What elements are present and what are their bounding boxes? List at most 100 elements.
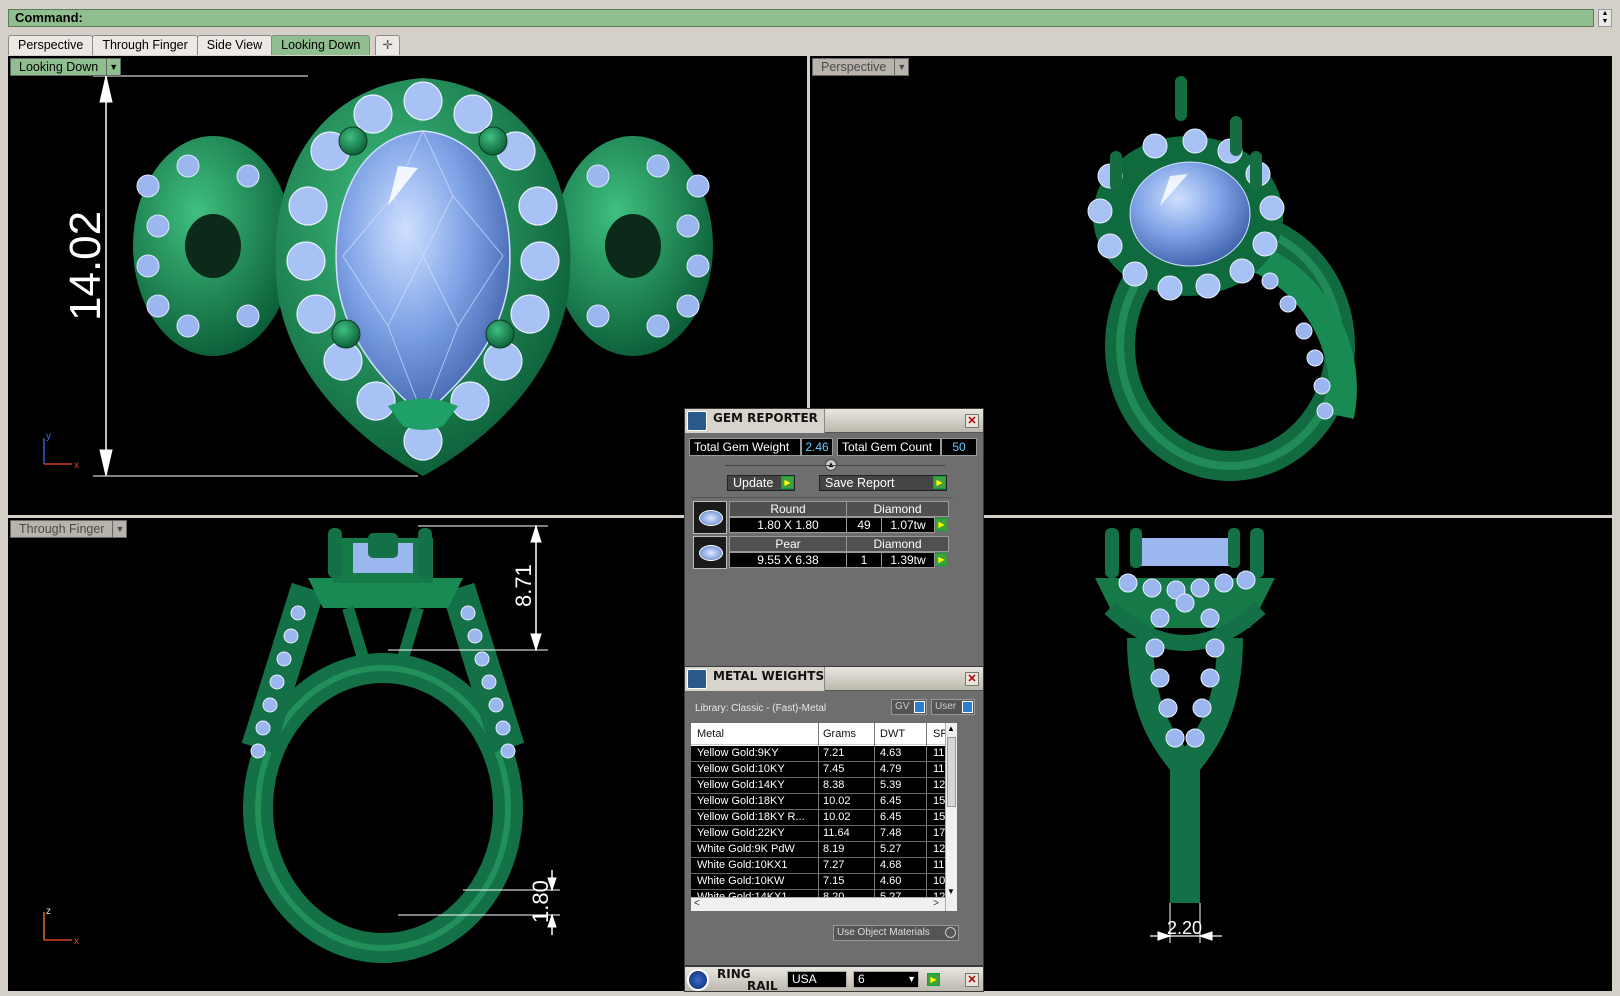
table-cell: 7.27	[823, 859, 845, 871]
viewport-label-perspective[interactable]: Perspective ▼	[812, 58, 910, 76]
save-report-go-icon[interactable]: ▶	[933, 476, 946, 489]
library-label: Library: Classic - (Fast)-Metal	[695, 703, 827, 714]
use-object-materials-checkbox[interactable]: Use Object Materials	[833, 925, 959, 941]
ring-icon	[687, 969, 709, 991]
table-header: Metal Grams DWT SPG	[691, 723, 957, 745]
table-row[interactable]: White Gold:10KW7.154.6010.99	[691, 874, 957, 890]
table-row[interactable]: Yellow Gold:9KY7.214.6311.08	[691, 746, 957, 762]
command-bar[interactable]: Command:	[8, 9, 1594, 27]
table-cell: White Gold:9K PdW	[697, 843, 795, 855]
table-cell: White Gold:10KX1	[697, 859, 788, 871]
ring-size-select[interactable]: 6 ▼	[853, 971, 919, 988]
gem-size: 9.55 X 6.38	[729, 552, 847, 568]
tab-side-view[interactable]: Side View	[196, 35, 273, 55]
total-gem-count-value: 50	[941, 438, 977, 456]
table-cell: 4.63	[880, 747, 902, 759]
chevron-down-icon[interactable]: ▼	[113, 520, 128, 538]
ring-rail-go-icon[interactable]: ▶	[927, 973, 940, 986]
gem-reporter-panel: GEM REPORTER ✕ Total Gem Weight 2.46 Tot…	[684, 408, 984, 670]
column-metal[interactable]: Metal	[697, 728, 724, 740]
viewport-label-looking-down[interactable]: Looking Down ▼	[10, 58, 122, 76]
gem-shape: Pear	[729, 536, 847, 552]
total-gem-weight-value: 2.46	[801, 438, 833, 456]
gem-weight: 1.39tw	[881, 552, 935, 568]
table-row[interactable]: Yellow Gold:18KY10.026.4515.41	[691, 794, 957, 810]
table-cell: White Gold:10KW	[697, 875, 785, 887]
ring-rail-panel: RING RAIL USA 6 ▼ ▶ ✕	[684, 966, 984, 993]
gem-row-go-icon[interactable]: ▶	[935, 553, 948, 566]
update-go-icon[interactable]: ▶	[781, 476, 794, 489]
gem-row-round[interactable]: Round Diamond 1.80 X 1.80 49 1.07tw ▶	[693, 501, 949, 534]
table-cell: 4.60	[880, 875, 902, 887]
table-horizontal-scrollbar[interactable]: < >	[691, 897, 945, 911]
table-row[interactable]: Yellow Gold:18KY R...10.026.4515.41	[691, 810, 957, 826]
command-scroll-arrows[interactable]: ▲ ▼	[1598, 9, 1612, 27]
table-row[interactable]: Yellow Gold:10KY7.454.7911.45	[691, 762, 957, 778]
axis-indicator-xy: y x	[43, 431, 79, 471]
metal-weights-titlebar[interactable]: METAL WEIGHTS ✕	[685, 667, 983, 691]
table-row[interactable]: Yellow Gold:14KY8.385.3912.88	[691, 778, 957, 794]
table-cell: Yellow Gold:14KY	[697, 779, 785, 791]
viewport-tabs: Perspective Through Finger Side View Loo…	[8, 35, 400, 55]
save-report-button[interactable]: Save Report	[819, 475, 947, 491]
gv-toggle[interactable]: GV	[891, 699, 927, 715]
column-dwt[interactable]: DWT	[880, 728, 905, 740]
dimension-label-shank-width: 2.20	[1167, 918, 1202, 938]
table-row[interactable]: White Gold:9K PdW8.195.2712.59	[691, 842, 957, 858]
table-cell: 7.48	[880, 827, 902, 839]
gem-row-pear[interactable]: Pear Diamond 9.55 X 6.38 1 1.39tw ▶	[693, 536, 949, 569]
ring-rail-label-2: RAIL	[747, 979, 778, 993]
viewport-label-through-finger[interactable]: Through Finger ▼	[10, 520, 128, 538]
table-cell: 4.79	[880, 763, 902, 775]
svg-text:x: x	[74, 936, 79, 947]
table-cell: Yellow Gold:22KY	[697, 827, 785, 839]
table-cell: 6.45	[880, 811, 902, 823]
gem-reporter-icon	[687, 411, 707, 431]
add-tab-button[interactable]: ✛	[375, 35, 400, 55]
gem-weight: 1.07tw	[881, 517, 935, 533]
table-cell: Yellow Gold:10KY	[697, 763, 785, 775]
close-icon[interactable]: ✕	[965, 672, 979, 686]
chevron-down-icon[interactable]: ▼	[895, 58, 910, 76]
dimension-label-shank: 1.80	[528, 880, 553, 923]
gem-material: Diamond	[846, 501, 949, 517]
metal-weights-title: METAL WEIGHTS	[713, 669, 825, 683]
pear-gem-icon	[693, 536, 727, 569]
svg-text:y: y	[46, 431, 51, 442]
gem-reporter-title: GEM REPORTER	[713, 411, 818, 425]
table-row[interactable]: White Gold:10KX17.274.6811.18	[691, 858, 957, 874]
tab-perspective[interactable]: Perspective	[8, 35, 94, 55]
ring-rail-label: RING	[717, 967, 751, 981]
table-cell: 11.64	[823, 827, 850, 839]
metal-weights-table[interactable]: Metal Grams DWT SPG Yellow Gold:9KY 7.21 4…	[691, 723, 957, 911]
axis-indicator-zx: z x	[43, 906, 79, 947]
table-cell: 7.45	[823, 763, 845, 775]
flask-icon	[687, 669, 707, 689]
chevron-down-icon: ▼	[907, 974, 916, 984]
gem-reporter-titlebar[interactable]: GEM REPORTER ✕	[685, 409, 983, 433]
user-toggle[interactable]: User	[931, 699, 975, 715]
table-cell: Yellow Gold:18KY R...	[697, 811, 805, 823]
tab-looking-down[interactable]: Looking Down	[271, 35, 371, 55]
table-vertical-scrollbar[interactable]: ▲ ▼	[945, 723, 957, 911]
table-cell: 7.15	[823, 875, 845, 887]
tab-through-finger[interactable]: Through Finger	[92, 35, 198, 55]
round-gem-icon	[693, 501, 727, 534]
svg-text:x: x	[74, 460, 79, 471]
table-cell: 10.02	[823, 811, 851, 823]
gem-row-go-icon[interactable]: ▶	[935, 518, 948, 531]
table-cell: 5.27	[880, 843, 902, 855]
column-grams[interactable]: Grams	[823, 728, 856, 740]
table-cell: 8.38	[823, 779, 845, 791]
dimension-label-height: 8.71	[511, 564, 536, 607]
table-cell: 6.45	[880, 795, 902, 807]
close-icon[interactable]: ✕	[965, 414, 979, 428]
table-row[interactable]: Yellow Gold:22KY11.647.4817.89	[691, 826, 957, 842]
metal-weights-panel: METAL WEIGHTS ✕ Library: Classic - (Fast…	[684, 666, 984, 966]
gem-size: 1.80 X 1.80	[729, 517, 847, 533]
ring-standard-field[interactable]: USA	[787, 971, 847, 988]
close-icon[interactable]: ✕	[965, 973, 979, 987]
table-cell: 7.21	[823, 747, 845, 759]
chevron-down-icon[interactable]: ▼	[107, 58, 122, 76]
table-cell: 5.39	[880, 779, 902, 791]
